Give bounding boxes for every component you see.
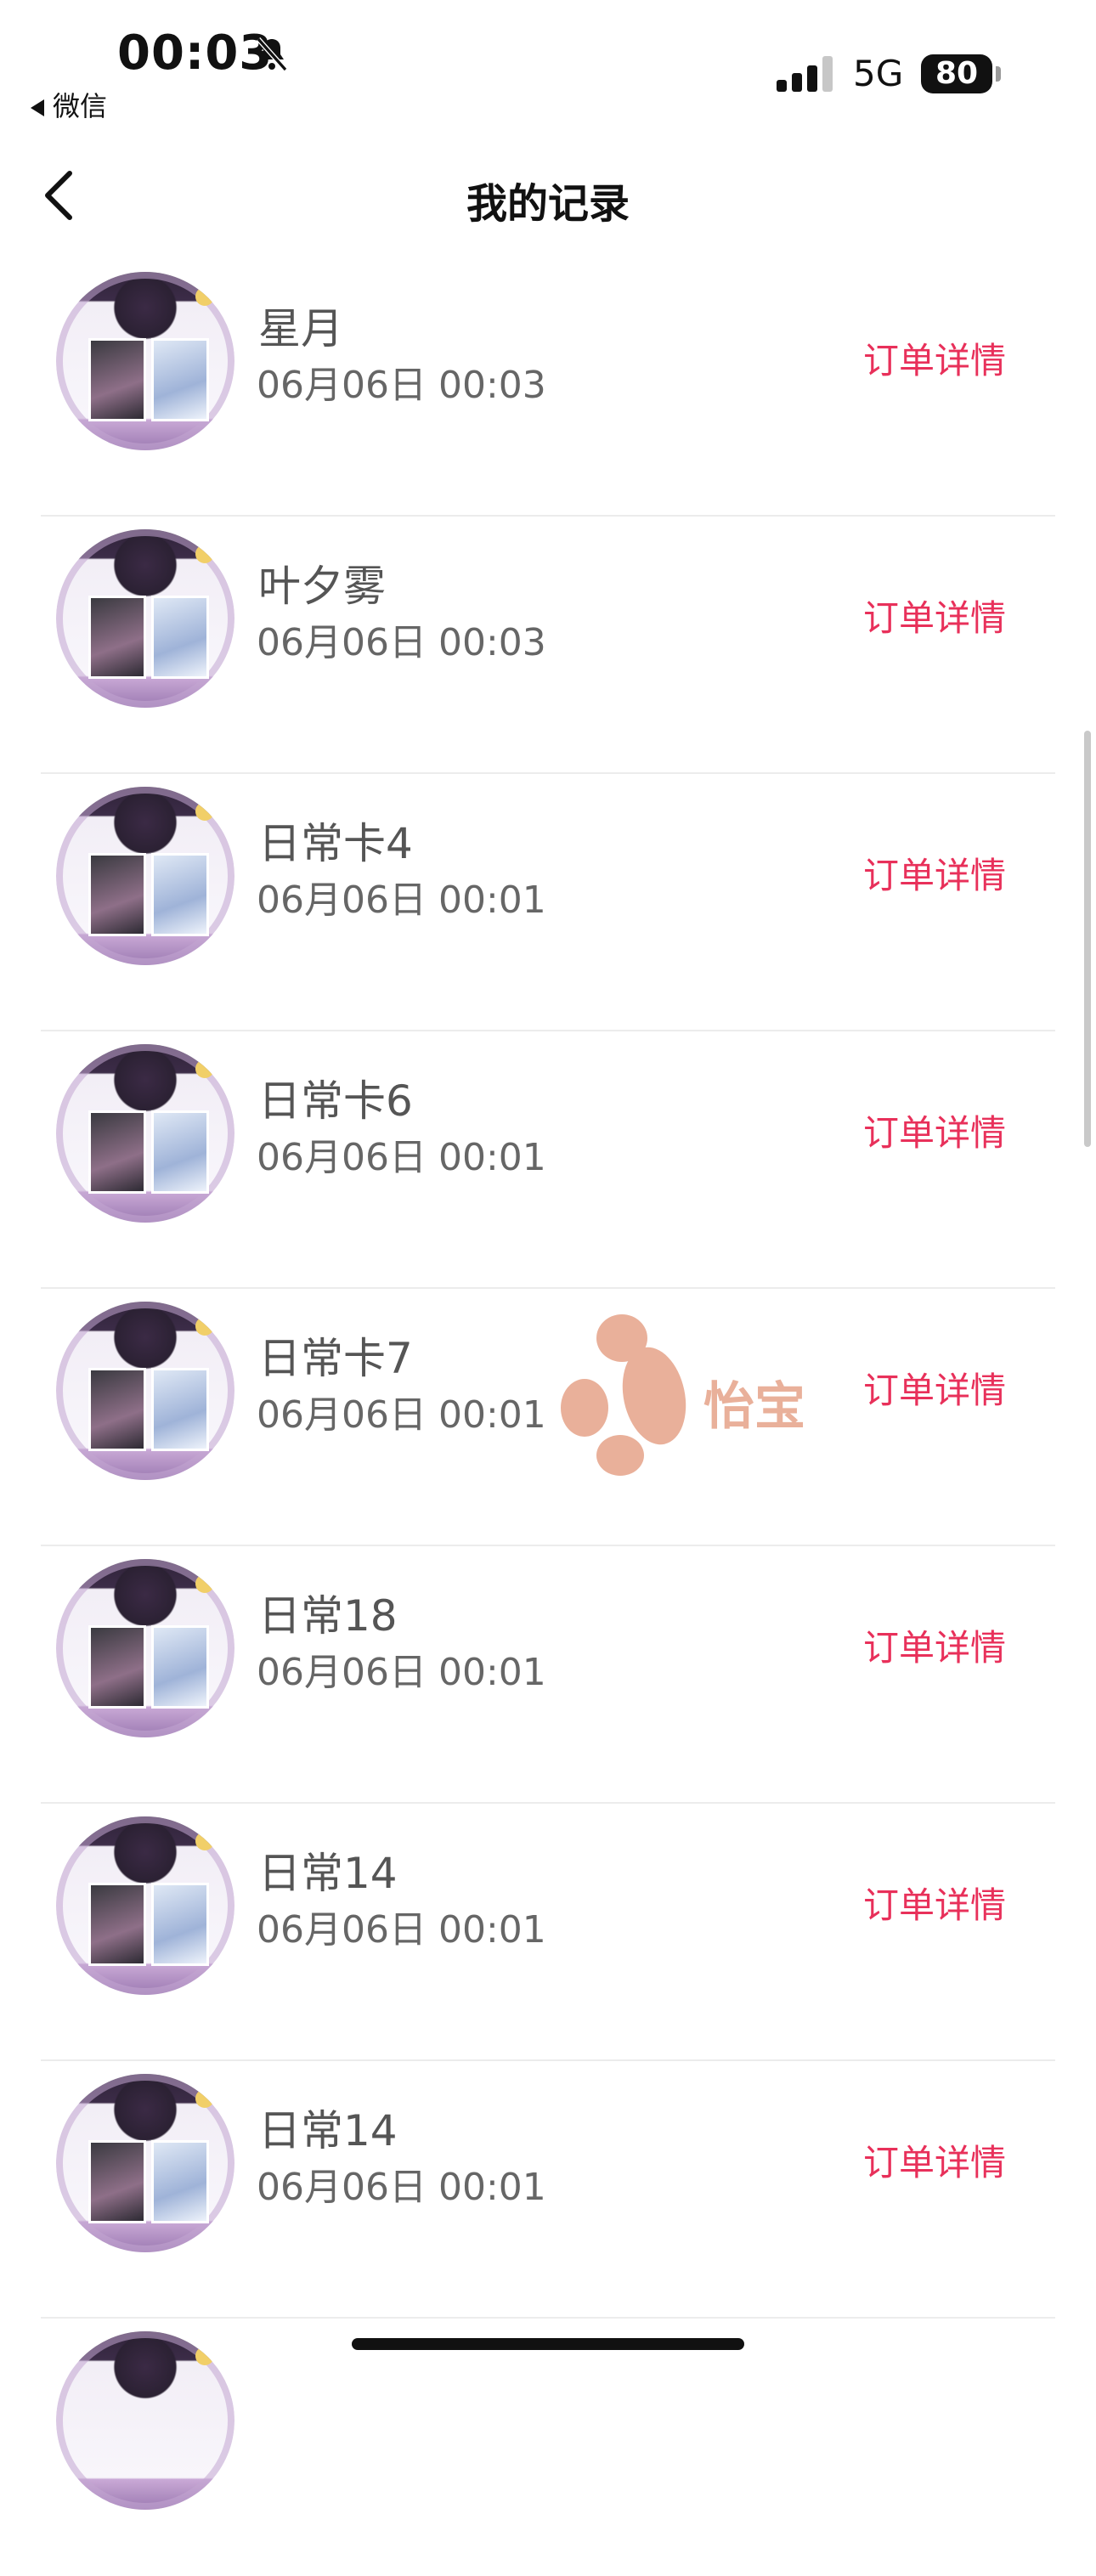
record-time: 06月06日 00:01 (257, 1136, 546, 1179)
page-title: 我的记录 (466, 180, 630, 228)
home-indicator[interactable] (352, 2338, 744, 2350)
list-item[interactable]: 叶夕雾 06月06日 00:03 订单详情 (0, 517, 1096, 774)
list-item-partial[interactable] (0, 2319, 1096, 2576)
record-list: 星月 06月06日 00:03 订单详情 叶夕雾 06月06日 00:03 订单… (0, 259, 1096, 2576)
record-name: 日常14 (258, 2106, 398, 2155)
record-time: 06月06日 00:01 (257, 1908, 546, 1952)
record-name: 日常卡7 (258, 1334, 413, 1383)
nav-bar: 我的记录 (0, 144, 1096, 246)
order-detail-button[interactable]: 订单详情 (863, 2134, 1006, 2186)
record-name: 日常卡6 (258, 1076, 413, 1126)
order-detail-button[interactable]: 订单详情 (863, 1877, 1006, 1929)
list-item[interactable]: 日常18 06月06日 00:01 订单详情 (0, 1546, 1096, 1804)
card-thumbnail (56, 1816, 234, 1995)
card-thumbnail (56, 1559, 234, 1737)
signal-icon (777, 56, 833, 92)
record-name: 日常卡4 (258, 819, 413, 868)
list-item[interactable]: 日常14 06月06日 00:01 订单详情 (0, 1804, 1096, 2061)
battery-icon: 80 (921, 54, 992, 93)
watermark: 怡宝 (561, 1304, 816, 1483)
card-thumbnail (56, 1302, 234, 1480)
record-time: 06月06日 00:03 (257, 621, 546, 664)
record-time: 06月06日 00:01 (257, 878, 546, 922)
network-type: 5G (853, 53, 904, 94)
list-item[interactable]: 日常卡4 06月06日 00:01 订单详情 (0, 774, 1096, 1031)
status-time: 00:03 (117, 25, 274, 81)
watermark-text: 怡宝 (703, 1377, 805, 1437)
order-detail-button[interactable]: 订单详情 (863, 332, 1006, 384)
order-detail-button[interactable]: 订单详情 (863, 847, 1006, 899)
order-detail-button[interactable]: 订单详情 (863, 1362, 1006, 1414)
list-item[interactable]: 日常卡7 06月06日 00:01 订单详情 (0, 1289, 1096, 1546)
card-thumbnail (56, 1044, 234, 1223)
back-triangle-icon (31, 99, 44, 116)
record-time: 06月06日 00:01 (257, 1651, 546, 1694)
record-name: 日常18 (258, 1591, 398, 1641)
back-app-label: 微信 (53, 90, 108, 122)
order-detail-button[interactable]: 订单详情 (863, 1104, 1006, 1156)
back-to-app-link[interactable]: 微信 (31, 85, 107, 124)
battery-level: 80 (935, 56, 979, 91)
scrollbar[interactable] (1084, 731, 1091, 1147)
battery-tip (996, 66, 1001, 82)
record-name: 日常14 (258, 1849, 398, 1898)
record-time: 06月06日 00:01 (257, 1393, 546, 1437)
order-detail-button[interactable]: 订单详情 (863, 590, 1006, 641)
card-thumbnail (56, 2331, 234, 2510)
card-thumbnail (56, 787, 234, 965)
list-item[interactable]: 日常卡6 06月06日 00:01 订单详情 (0, 1031, 1096, 1289)
card-thumbnail (56, 272, 234, 450)
record-time: 06月06日 00:03 (257, 364, 546, 407)
card-thumbnail (56, 2074, 234, 2252)
card-thumbnail (56, 529, 234, 708)
list-item[interactable]: 日常14 06月06日 00:01 订单详情 (0, 2061, 1096, 2319)
status-bar: 00:03 微信 5G 80 (0, 0, 1096, 127)
order-detail-button[interactable]: 订单详情 (863, 1619, 1006, 1671)
record-time: 06月06日 00:01 (257, 2166, 546, 2209)
list-item[interactable]: 星月 06月06日 00:03 订单详情 (0, 259, 1096, 517)
record-name: 星月 (258, 304, 343, 353)
bell-slash-icon (256, 37, 288, 71)
paw-icon (561, 1314, 686, 1476)
record-name: 叶夕雾 (258, 562, 386, 611)
